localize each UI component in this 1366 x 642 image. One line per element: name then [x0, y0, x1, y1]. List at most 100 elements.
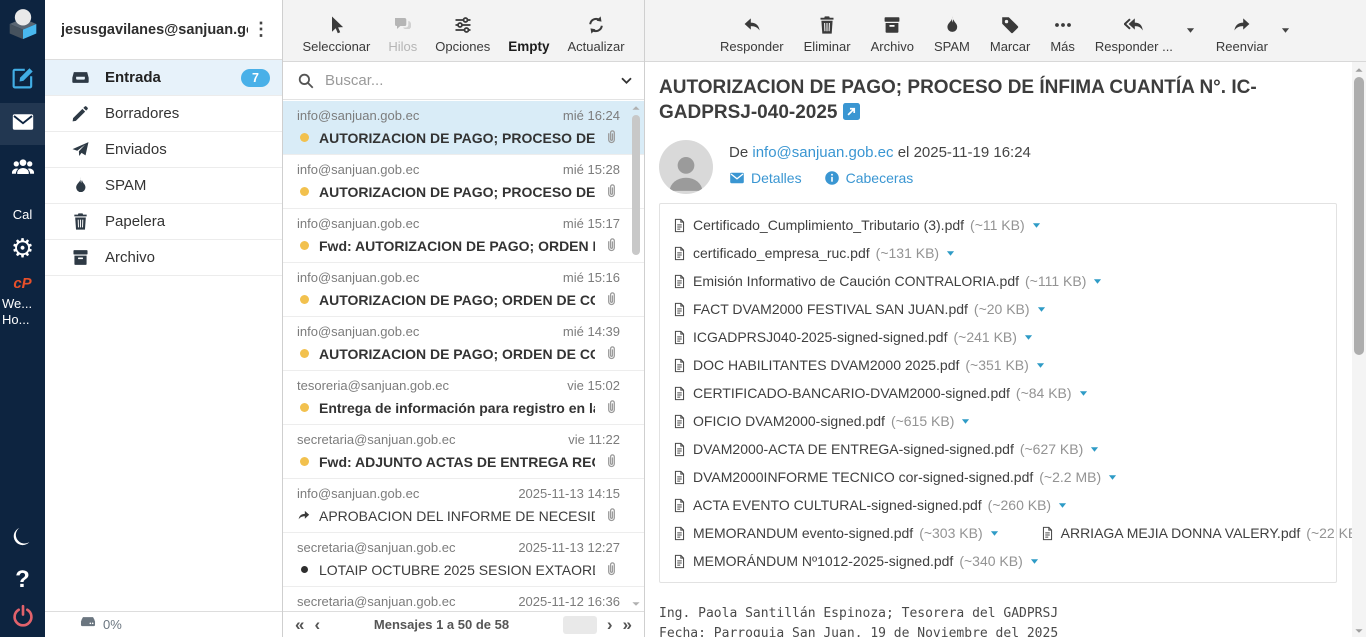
view-scroll-thumb[interactable]	[1354, 77, 1364, 355]
sidebar-item-entrada[interactable]: Entrada7	[45, 60, 282, 96]
attachment-row: FACT DVAM2000 FESTIVAL SAN JUAN.pdf(~20 …	[672, 295, 1324, 323]
dropdown-caret-icon[interactable]	[1185, 23, 1196, 41]
attachment-dropdown-icon[interactable]	[1029, 556, 1040, 567]
dropdown-caret-icon[interactable]	[1280, 23, 1291, 41]
sliders-icon	[453, 15, 473, 35]
sidebar-item-enviados[interactable]: Enviados	[45, 132, 282, 168]
cpanel-link[interactable]: cP	[0, 272, 45, 294]
attachment-item[interactable]: ACTA EVENTO CULTURAL-signed-signed.pdf(~…	[672, 497, 1068, 514]
attachment-item[interactable]: DOC HABILITANTES DVAM2000 2025.pdf(~351 …	[672, 357, 1046, 374]
rail-cal-link[interactable]: Cal	[0, 205, 45, 223]
attachment-dropdown-icon[interactable]	[1092, 276, 1103, 287]
pagination-bar: « ‹ Mensajes 1 a 50 de 58 › »	[283, 611, 644, 637]
message-row[interactable]: info@sanjuan.gob.ecmié 16:24AUTORIZACION…	[283, 101, 644, 155]
attachment-dropdown-icon[interactable]	[960, 416, 971, 427]
account-menu-button[interactable]: ⋮	[248, 19, 274, 40]
open-in-new-window-icon[interactable]	[843, 102, 860, 119]
attachment-dropdown-icon[interactable]	[1078, 388, 1089, 399]
message-row[interactable]: info@sanjuan.gob.ecmié 14:39AUTORIZACION…	[283, 317, 644, 371]
attachment-dropdown-icon[interactable]	[1089, 444, 1100, 455]
scroll-up-icon[interactable]	[630, 101, 642, 113]
attachment-dropdown-icon[interactable]	[945, 248, 956, 259]
headers-button[interactable]: Cabeceras	[824, 170, 914, 186]
scroll-down-icon[interactable]	[1353, 624, 1365, 636]
attachment-dropdown-icon[interactable]	[989, 528, 1000, 539]
message-row-meta: info@sanjuan.gob.ecmié 16:24	[297, 108, 620, 123]
attachment-item[interactable]: MEMORÁNDUM Nº1012-2025-signed.pdf(~340 K…	[672, 553, 1040, 570]
message-row[interactable]: secretaria@sanjuan.gob.ecvie 11:22Fwd: A…	[283, 425, 644, 479]
attachment-item[interactable]: certificado_empresa_ruc.pdf(~131 KB)	[672, 245, 956, 262]
message-row[interactable]: secretaria@sanjuan.gob.ec2025-11-12 16:3…	[283, 587, 644, 611]
attachment-item[interactable]: Emisión Informativo de Caución CONTRALOR…	[672, 273, 1103, 290]
attachment-dropdown-icon[interactable]	[1057, 500, 1068, 511]
sidebar-item-archivo[interactable]: Archivo	[45, 240, 282, 276]
message-row-subject-line: LOTAIP OCTUBRE 2025 SESION EXTAORDI...	[297, 561, 620, 578]
page-number-input[interactable]	[563, 616, 597, 634]
sidebar-item-borradores[interactable]: Borradores	[45, 96, 282, 132]
marcar-button[interactable]: Marcar	[990, 15, 1030, 54]
message-sender: info@sanjuan.gob.ec	[297, 270, 419, 285]
sidebar-item-spam[interactable]: SPAM	[45, 168, 282, 204]
unread-dot	[297, 241, 311, 250]
list-scrollbar[interactable]	[630, 101, 642, 609]
responder-button[interactable]: Responder	[720, 15, 784, 54]
toolbar-button-label: Marcar	[990, 39, 1030, 54]
first-page-button[interactable]: «	[295, 616, 304, 633]
reenviar-button[interactable]: Reenviar	[1216, 15, 1268, 54]
responder-button[interactable]: Responder ...	[1095, 15, 1173, 54]
empty-button[interactable]: Empty	[508, 39, 549, 54]
sidebar-item-papelera[interactable]: Papelera	[45, 204, 282, 240]
view-scrollbar[interactable]	[1352, 62, 1366, 637]
message-row[interactable]: secretaria@sanjuan.gob.ec2025-11-13 12:2…	[283, 533, 644, 587]
help-button[interactable]: ?	[0, 562, 45, 598]
attachment-item[interactable]: FACT DVAM2000 FESTIVAL SAN JUAN.pdf(~20 …	[672, 301, 1047, 318]
rail-webhost-link[interactable]: We... Ho...	[0, 296, 45, 336]
message-row[interactable]: tesoreria@sanjuan.gob.ecvie 15:02Entrega…	[283, 371, 644, 425]
settings-button[interactable]: ⚙	[0, 228, 45, 268]
next-page-button[interactable]: ›	[607, 616, 613, 633]
attachment-dropdown-icon[interactable]	[1107, 472, 1118, 483]
prev-page-button[interactable]: ‹	[314, 616, 320, 633]
compose-button[interactable]	[0, 60, 45, 100]
app-logo[interactable]	[0, 0, 45, 45]
archivo-button[interactable]: Archivo	[871, 15, 914, 54]
attachment-row: MEMORANDUM evento-signed.pdf(~303 KB)ARR…	[672, 519, 1324, 547]
attachment-item[interactable]: DVAM2000-ACTA DE ENTREGA-signed-signed.p…	[672, 441, 1100, 458]
scroll-down-icon[interactable]	[630, 597, 642, 609]
attachment-item[interactable]: DVAM2000INFORME TECNICO cor-signed-signe…	[672, 469, 1118, 486]
message-row[interactable]: info@sanjuan.gob.ec2025-11-13 14:15APROB…	[283, 479, 644, 533]
attachment-name: MEMORÁNDUM Nº1012-2025-signed.pdf	[693, 553, 953, 569]
spam-button[interactable]: SPAM	[934, 15, 970, 54]
seleccionar-button[interactable]: Seleccionar	[302, 15, 370, 54]
message-row[interactable]: info@sanjuan.gob.ecmié 15:16AUTORIZACION…	[283, 263, 644, 317]
eliminar-button[interactable]: Eliminar	[804, 15, 851, 54]
attachment-dropdown-icon[interactable]	[1035, 360, 1046, 371]
send-icon	[71, 140, 91, 160]
attachment-item[interactable]: Certificado_Cumplimiento_Tributario (3).…	[672, 217, 1042, 234]
message-row[interactable]: info@sanjuan.gob.ecmié 15:28AUTORIZACION…	[283, 155, 644, 209]
attachment-dropdown-icon[interactable]	[1031, 220, 1042, 231]
logout-button[interactable]	[0, 600, 45, 637]
opciones-button[interactable]: Opciones	[435, 15, 490, 54]
message-row[interactable]: info@sanjuan.gob.ecmié 15:17Fwd: AUTORIZ…	[283, 209, 644, 263]
disk-icon	[79, 613, 97, 636]
mail-view-button[interactable]	[0, 103, 45, 145]
attachment-dropdown-icon[interactable]	[1023, 332, 1034, 343]
last-page-button[interactable]: »	[623, 616, 632, 633]
actualizar-button[interactable]: Actualizar	[567, 15, 624, 54]
attachment-item[interactable]: CERTIFICADO-BANCARIO-DVAM2000-signed.pdf…	[672, 385, 1089, 402]
m-s-button[interactable]: Más	[1050, 15, 1075, 54]
details-button[interactable]: Detalles	[729, 170, 802, 186]
attachment-item[interactable]: ICGADPRSJ040-2025-signed-signed.pdf(~241…	[672, 329, 1034, 346]
list-scroll-thumb[interactable]	[632, 115, 640, 255]
contacts-button[interactable]	[0, 149, 45, 189]
attachment-item[interactable]: OFICIO DVAM2000-signed.pdf(~615 KB)	[672, 413, 971, 430]
scroll-up-icon[interactable]	[1353, 63, 1365, 75]
dark-mode-button[interactable]	[0, 520, 45, 560]
attachment-item[interactable]: ARRIAGA MEJIA DONNA VALERY.pdf(~22 KB)	[1040, 525, 1352, 542]
search-input[interactable]	[325, 72, 609, 89]
attachment-item[interactable]: MEMORANDUM evento-signed.pdf(~303 KB)	[672, 525, 1000, 542]
sender-email-link[interactable]: info@sanjuan.gob.ec	[752, 144, 893, 161]
attachment-dropdown-icon[interactable]	[1036, 304, 1047, 315]
search-options-chevron-icon[interactable]	[619, 73, 634, 88]
